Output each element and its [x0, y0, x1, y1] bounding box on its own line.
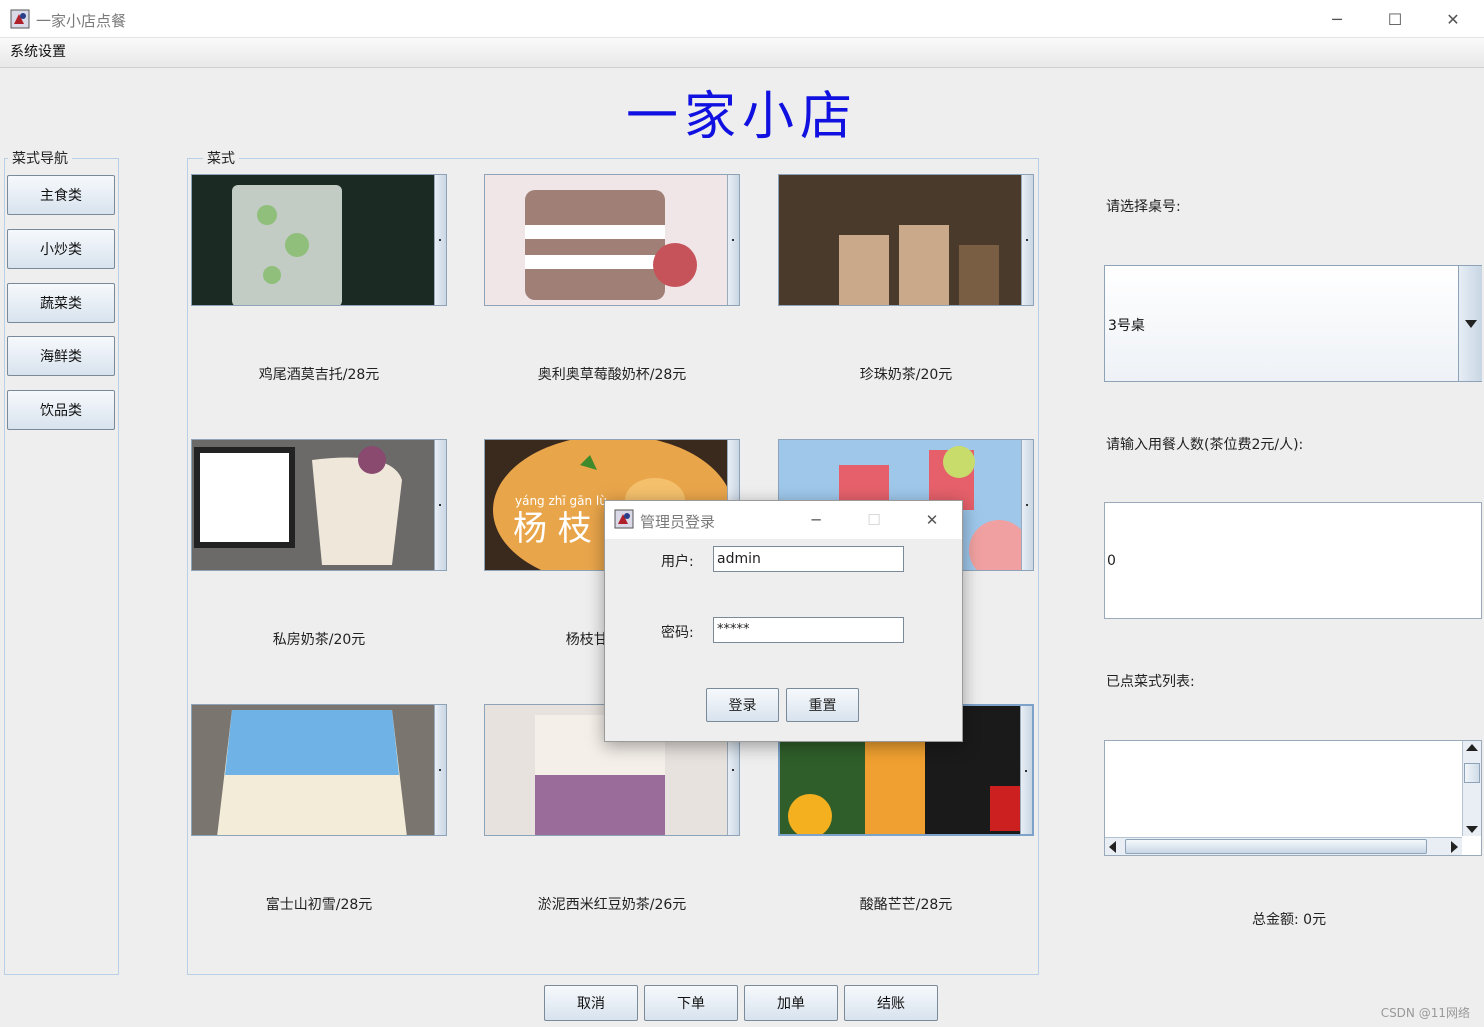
maximize-button[interactable]: ☐	[1366, 0, 1424, 38]
password-label: 密码:	[661, 625, 694, 641]
scroll-right-icon[interactable]	[1451, 841, 1458, 853]
private-milk-tea-picture	[192, 440, 446, 570]
add-order-button[interactable]: 加单	[744, 985, 838, 1021]
oreo-yogurt-picture	[485, 175, 739, 305]
username-label: 用户:	[661, 554, 694, 570]
java-app-icon	[10, 9, 30, 29]
dish-label-private-milk-tea: 私房奶茶/20元	[272, 632, 366, 648]
diners-count-label: 请输入用餐人数(茶位费2元/人):	[1106, 437, 1304, 453]
dish-label-fuji-snow: 富士山初雪/28元	[265, 897, 373, 913]
scroll-thumb[interactable]	[1464, 763, 1480, 783]
ordered-list-hscrollbar[interactable]	[1105, 837, 1462, 855]
table-number-combobox[interactable]	[1104, 265, 1482, 382]
table-number-label: 请选择桌号:	[1106, 199, 1181, 215]
csdn-watermark: CSDN @11网络	[1380, 1006, 1470, 1020]
combo-dropdown-arrow[interactable]	[1458, 266, 1482, 381]
java-app-icon	[614, 509, 634, 529]
dish-image-scroll-edge	[1020, 706, 1032, 834]
dish-image-scroll-edge	[1021, 440, 1033, 570]
dish-label-pearl-milk-tea: 珍珠奶茶/20元	[859, 367, 953, 383]
dish-image-scroll-edge	[434, 705, 446, 835]
dish-image-private-milk-tea[interactable]	[191, 439, 447, 571]
total-amount: 总金额: 0元	[1252, 912, 1327, 928]
dish-label-taro-sago: 淤泥西米红豆奶茶/26元	[537, 897, 687, 913]
reset-button[interactable]: 重置	[786, 688, 859, 722]
dialog-minimize-button[interactable]: ─	[791, 501, 841, 539]
dish-image-scroll-edge	[1021, 175, 1033, 305]
place-order-button[interactable]: 下单	[644, 985, 738, 1021]
nav-button-seafood[interactable]: 海鲜类	[7, 336, 115, 376]
menu-bar	[0, 38, 1484, 68]
login-button[interactable]: 登录	[706, 688, 779, 722]
username-input[interactable]: admin	[713, 546, 904, 572]
cancel-button[interactable]: 取消	[544, 985, 638, 1021]
close-button[interactable]: ✕	[1424, 0, 1482, 38]
dialog-title: 管理员登录	[640, 513, 716, 531]
hscroll-thumb[interactable]	[1125, 839, 1427, 854]
password-input[interactable]: *****	[713, 617, 904, 643]
dish-image-scroll-edge	[434, 440, 446, 570]
ordered-list-label: 已点菜式列表:	[1106, 674, 1195, 690]
dishes-group-label: 菜式	[203, 148, 239, 168]
dish-label-mojito: 鸡尾酒莫吉托/28元	[258, 367, 380, 383]
nav-button-staples[interactable]: 主食类	[7, 175, 115, 215]
nav-group-label: 菜式导航	[8, 148, 72, 168]
dialog-close-button[interactable]: ✕	[907, 501, 957, 539]
mango-sago-overlay-text: 杨 枝	[513, 509, 592, 549]
window-titlebar	[0, 0, 1484, 38]
diners-count-value: 0	[1107, 553, 1116, 569]
dish-image-scroll-edge	[434, 175, 446, 305]
dish-image-fuji-snow[interactable]	[191, 704, 447, 836]
scroll-down-icon[interactable]	[1466, 826, 1478, 833]
minimize-button[interactable]: ─	[1308, 0, 1366, 38]
menu-system-settings[interactable]: 系统设置	[10, 41, 66, 61]
window-title: 一家小店点餐	[36, 12, 127, 30]
chevron-down-icon	[1464, 319, 1477, 328]
dialog-maximize-button: ☐	[867, 511, 881, 529]
mojito-picture	[192, 175, 446, 305]
scroll-up-icon[interactable]	[1466, 744, 1478, 751]
scroll-left-icon[interactable]	[1109, 841, 1116, 853]
dish-image-pearl-milk-tea[interactable]	[778, 174, 1034, 306]
nav-button-stirfry[interactable]: 小炒类	[7, 229, 115, 269]
nav-button-drinks[interactable]: 饮品类	[7, 390, 115, 430]
shop-title: 一家小店	[625, 87, 858, 147]
mango-sago-pinyin: yáng zhī gān lù	[515, 494, 607, 508]
checkout-button[interactable]: 结账	[844, 985, 938, 1021]
nav-group	[4, 158, 119, 975]
dish-image-mojito[interactable]	[191, 174, 447, 306]
diners-count-input[interactable]	[1104, 502, 1482, 619]
dish-image-oreo-yogurt[interactable]	[484, 174, 740, 306]
fuji-snow-picture	[192, 705, 446, 835]
nav-button-vegetables[interactable]: 蔬菜类	[7, 283, 115, 323]
dish-label-oreo-yogurt: 奥利奥草莓酸奶杯/28元	[537, 367, 687, 383]
admin-login-dialog: 管理员登录 ─ ☐ ✕ 用户: admin 密码: ***** 登录 重置	[604, 500, 963, 742]
dish-label-cheese-mango: 酸酪芒芒/28元	[859, 897, 953, 913]
pearl-milk-tea-picture	[779, 175, 1033, 305]
dish-image-scroll-edge	[727, 175, 739, 305]
ordered-list-vscrollbar[interactable]	[1462, 741, 1481, 836]
table-number-value: 3号桌	[1108, 318, 1145, 334]
